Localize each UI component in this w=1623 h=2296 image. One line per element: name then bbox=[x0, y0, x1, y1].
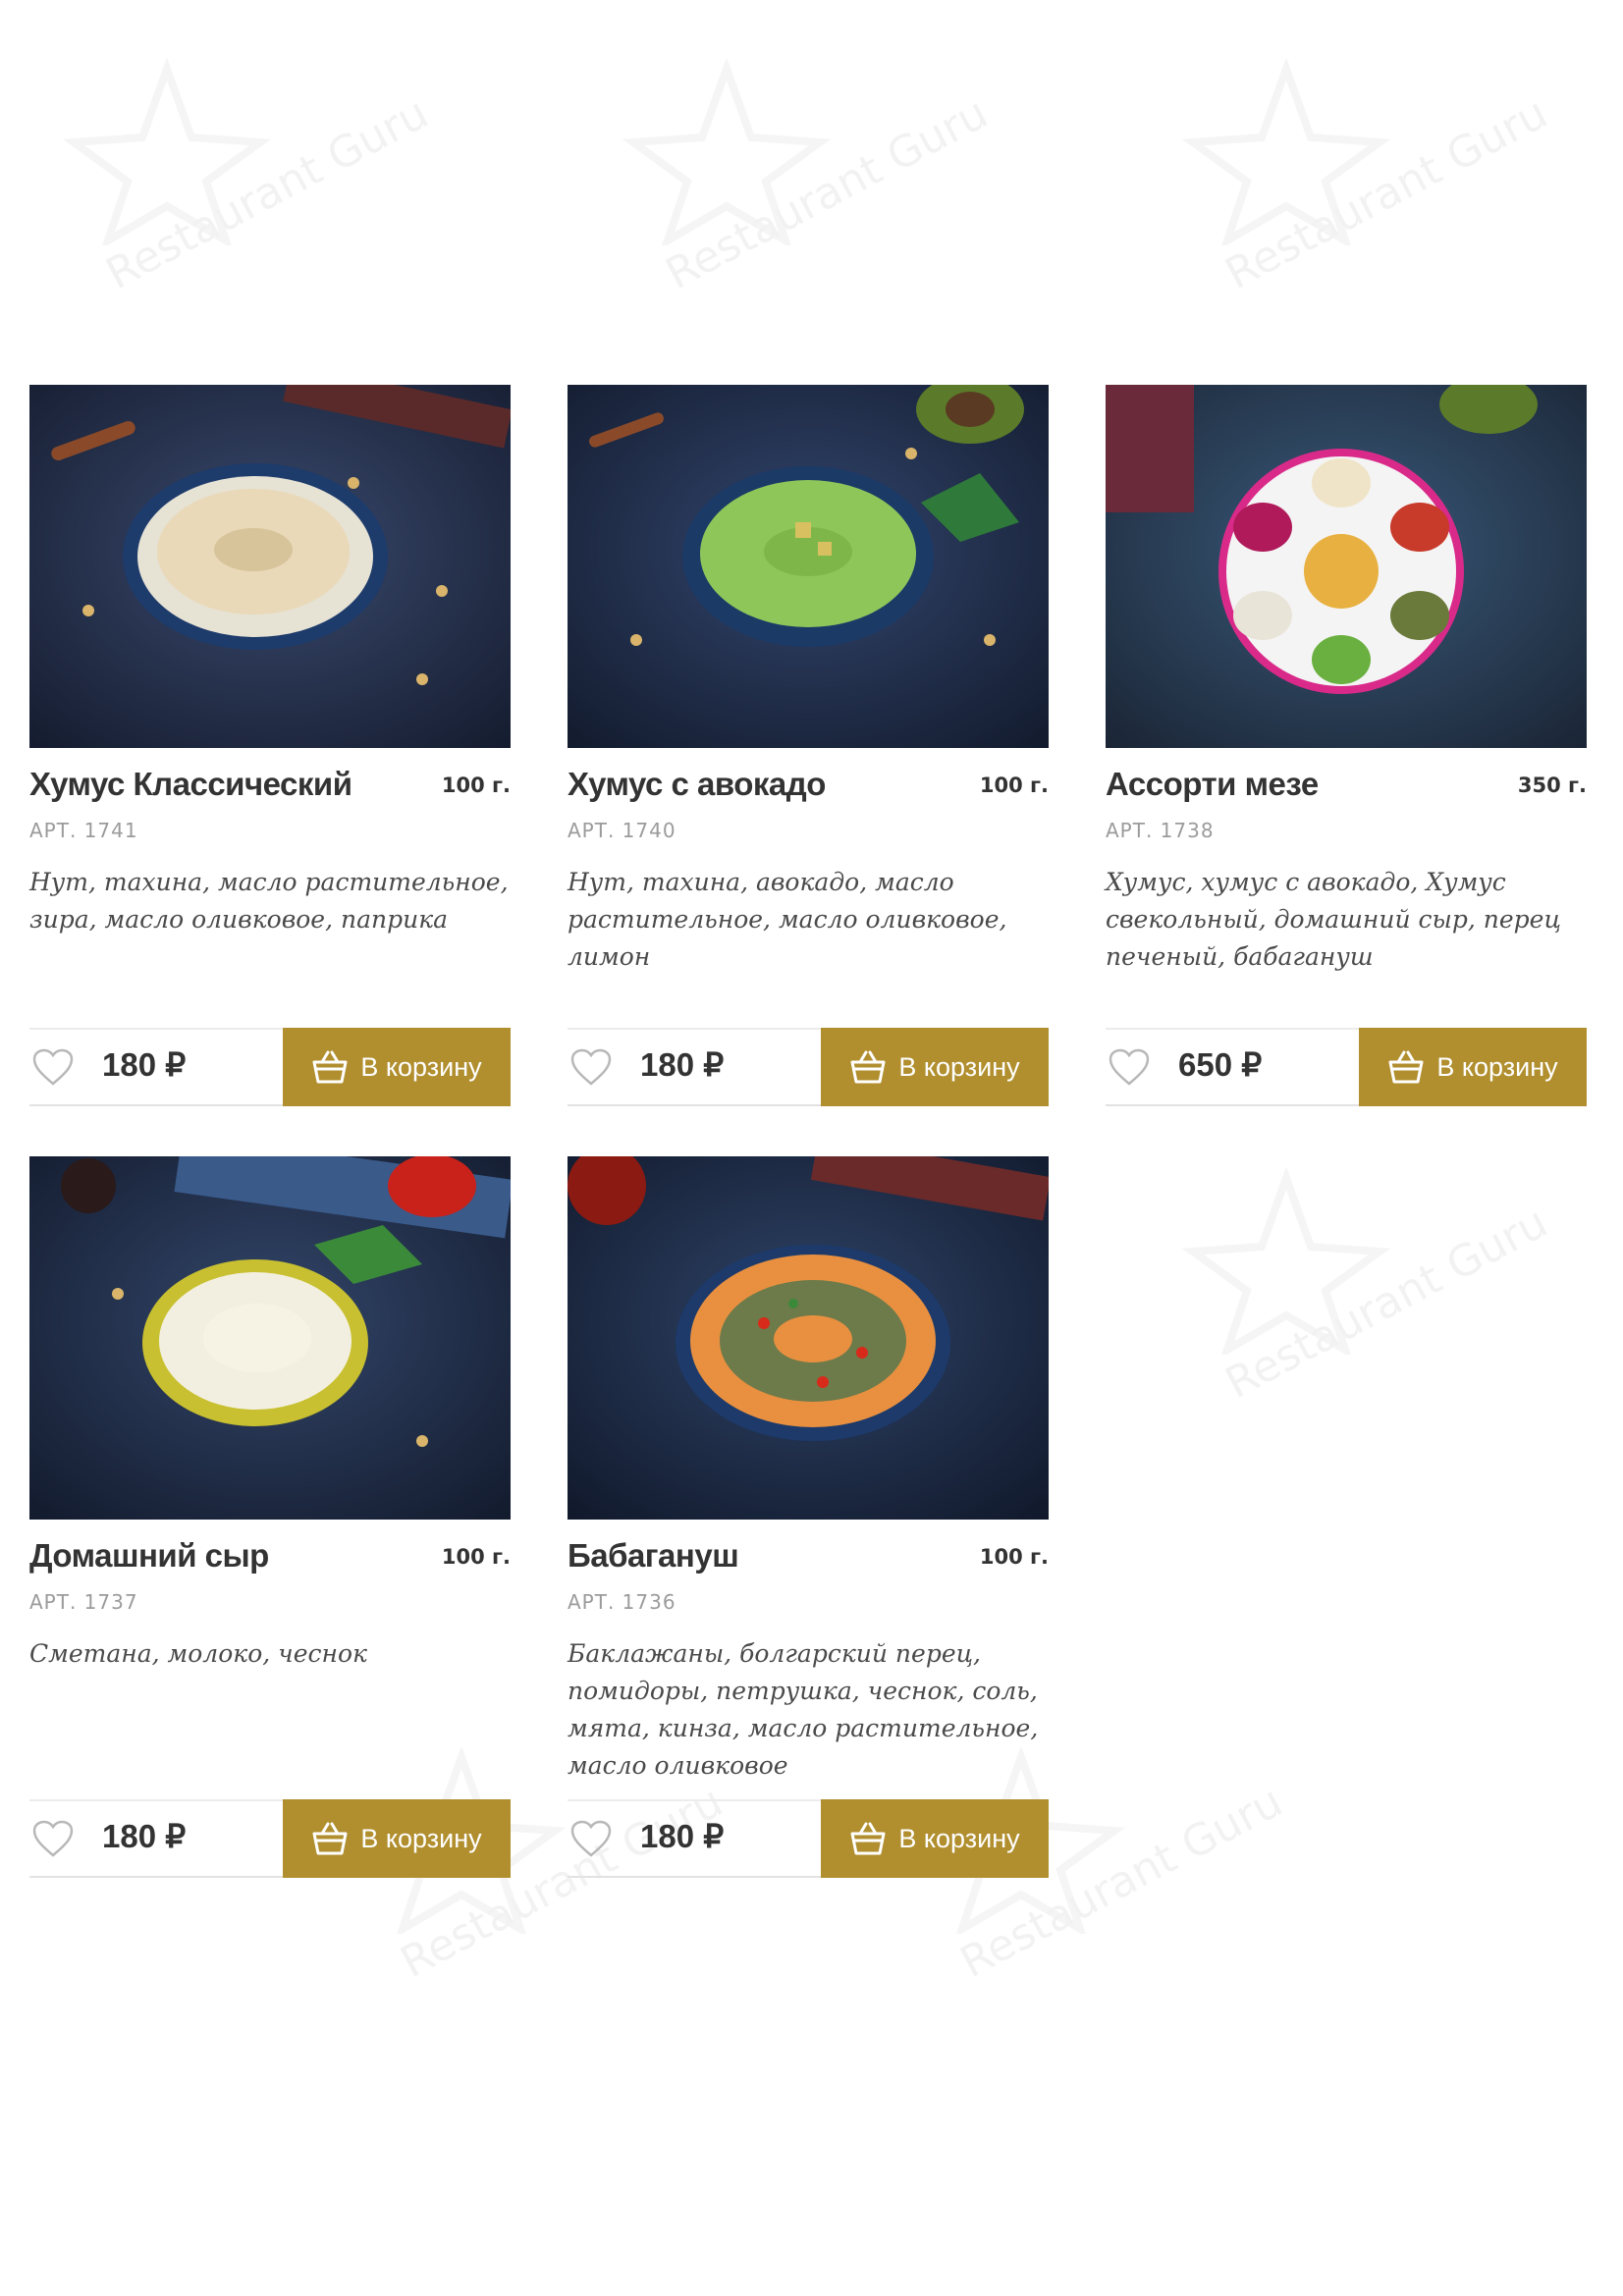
basket-icon bbox=[850, 1050, 886, 1084]
product-price: 180 ₽ bbox=[102, 1046, 187, 1083]
favorite-heart-icon[interactable] bbox=[569, 1047, 613, 1087]
product-price: 180 ₽ bbox=[640, 1818, 725, 1854]
watermark-text: Restaurant Guru bbox=[98, 87, 437, 300]
meze-assorti-photo bbox=[1106, 385, 1587, 748]
product-description: Хумус, хумус с авокадо, Хумус свекольный… bbox=[1106, 868, 1561, 971]
product-description: Нут, тахина, авокадо, масло растительное… bbox=[568, 868, 1007, 971]
product-card: Хумус Классический 100 г. АРТ. 1741 Нут,… bbox=[29, 385, 511, 1106]
product-photo[interactable] bbox=[568, 1156, 1049, 1520]
add-to-cart-button[interactable]: В корзину bbox=[283, 1799, 511, 1878]
add-to-cart-label: В корзину bbox=[360, 1823, 482, 1853]
product-weight: 100 г. bbox=[979, 774, 1049, 797]
watermark: Restaurant Guru bbox=[1178, 1166, 1555, 1463]
add-to-cart-button[interactable]: В корзину bbox=[283, 1028, 511, 1106]
add-to-cart-label: В корзину bbox=[898, 1823, 1020, 1853]
product-photo[interactable] bbox=[568, 385, 1049, 748]
purchase-bar: 180 ₽ В корзину bbox=[29, 1028, 511, 1106]
homemade-cheese-photo bbox=[29, 1156, 511, 1520]
product-sku: АРТ. 1740 bbox=[568, 819, 676, 842]
hummus-classic-photo bbox=[29, 385, 511, 748]
product-card: Бабагануш 100 г. АРТ. 1736 Баклажаны, бо… bbox=[568, 1156, 1049, 1878]
product-price: 650 ₽ bbox=[1178, 1046, 1263, 1083]
add-to-cart-label: В корзину bbox=[898, 1051, 1020, 1082]
favorite-heart-icon[interactable] bbox=[569, 1819, 613, 1858]
product-price: 180 ₽ bbox=[102, 1818, 187, 1854]
favorite-heart-icon[interactable] bbox=[31, 1047, 75, 1087]
purchase-bar: 650 ₽ В корзину bbox=[1106, 1028, 1587, 1106]
add-to-cart-button[interactable]: В корзину bbox=[821, 1799, 1049, 1878]
product-card: Хумус с авокадо 100 г. АРТ. 1740 Нут, та… bbox=[568, 385, 1049, 1106]
purchase-bar: 180 ₽ В корзину bbox=[29, 1799, 511, 1878]
basket-icon bbox=[312, 1822, 348, 1855]
add-to-cart-button[interactable]: В корзину bbox=[1359, 1028, 1587, 1106]
product-photo[interactable] bbox=[29, 1156, 511, 1520]
product-photo[interactable] bbox=[1106, 385, 1587, 748]
product-weight: 100 г. bbox=[441, 774, 511, 797]
product-sku: АРТ. 1737 bbox=[29, 1590, 138, 1614]
product-sku: АРТ. 1738 bbox=[1106, 819, 1215, 842]
add-to-cart-button[interactable]: В корзину bbox=[821, 1028, 1049, 1106]
babaganoush-photo bbox=[568, 1156, 1049, 1520]
product-description: Сметана, молоко, чеснок bbox=[29, 1639, 367, 1668]
restaurant-guru-logo-icon bbox=[622, 57, 832, 249]
product-description: Баклажаны, болгарский перец, помидоры, п… bbox=[568, 1639, 1039, 1780]
product-photo[interactable] bbox=[29, 385, 511, 748]
watermark: Restaurant Guru bbox=[1178, 57, 1555, 353]
product-sku: АРТ. 1736 bbox=[568, 1590, 676, 1614]
purchase-bar: 180 ₽ В корзину bbox=[568, 1799, 1049, 1878]
product-name: Бабагануш bbox=[568, 1537, 739, 1574]
watermark-text: Restaurant Guru bbox=[658, 87, 997, 300]
hummus-avocado-photo bbox=[568, 385, 1049, 748]
product-name: Домашний сыр bbox=[29, 1537, 269, 1574]
favorite-heart-icon[interactable] bbox=[31, 1819, 75, 1858]
product-card: Ассорти мезе 350 г. АРТ. 1738 Хумус, хум… bbox=[1106, 385, 1587, 1106]
restaurant-guru-logo-icon bbox=[1181, 1166, 1391, 1359]
restaurant-guru-logo-icon bbox=[62, 57, 272, 249]
purchase-bar: 180 ₽ В корзину bbox=[568, 1028, 1049, 1106]
watermark-text: Restaurant Guru bbox=[1217, 1197, 1556, 1410]
product-weight: 350 г. bbox=[1517, 774, 1587, 797]
basket-icon bbox=[850, 1822, 886, 1855]
add-to-cart-label: В корзину bbox=[1436, 1051, 1558, 1082]
watermark: Restaurant Guru bbox=[59, 57, 436, 353]
product-name: Ассорти мезе bbox=[1106, 766, 1319, 802]
product-name: Хумус с авокадо bbox=[568, 766, 826, 802]
product-weight: 100 г. bbox=[441, 1545, 511, 1569]
product-name: Хумус Классический bbox=[29, 766, 352, 802]
favorite-heart-icon[interactable] bbox=[1108, 1047, 1151, 1087]
product-weight: 100 г. bbox=[979, 1545, 1049, 1569]
restaurant-guru-logo-icon bbox=[1181, 57, 1391, 249]
basket-icon bbox=[1388, 1050, 1424, 1084]
product-card: Домашний сыр 100 г. АРТ. 1737 Сметана, м… bbox=[29, 1156, 511, 1878]
product-price: 180 ₽ bbox=[640, 1046, 725, 1083]
add-to-cart-label: В корзину bbox=[360, 1051, 482, 1082]
watermark: Restaurant Guru bbox=[619, 57, 996, 353]
watermark-text: Restaurant Guru bbox=[1217, 87, 1556, 300]
product-description: Нут, тахина, масло растительное, зира, м… bbox=[29, 868, 509, 934]
basket-icon bbox=[312, 1050, 348, 1084]
product-sku: АРТ. 1741 bbox=[29, 819, 138, 842]
